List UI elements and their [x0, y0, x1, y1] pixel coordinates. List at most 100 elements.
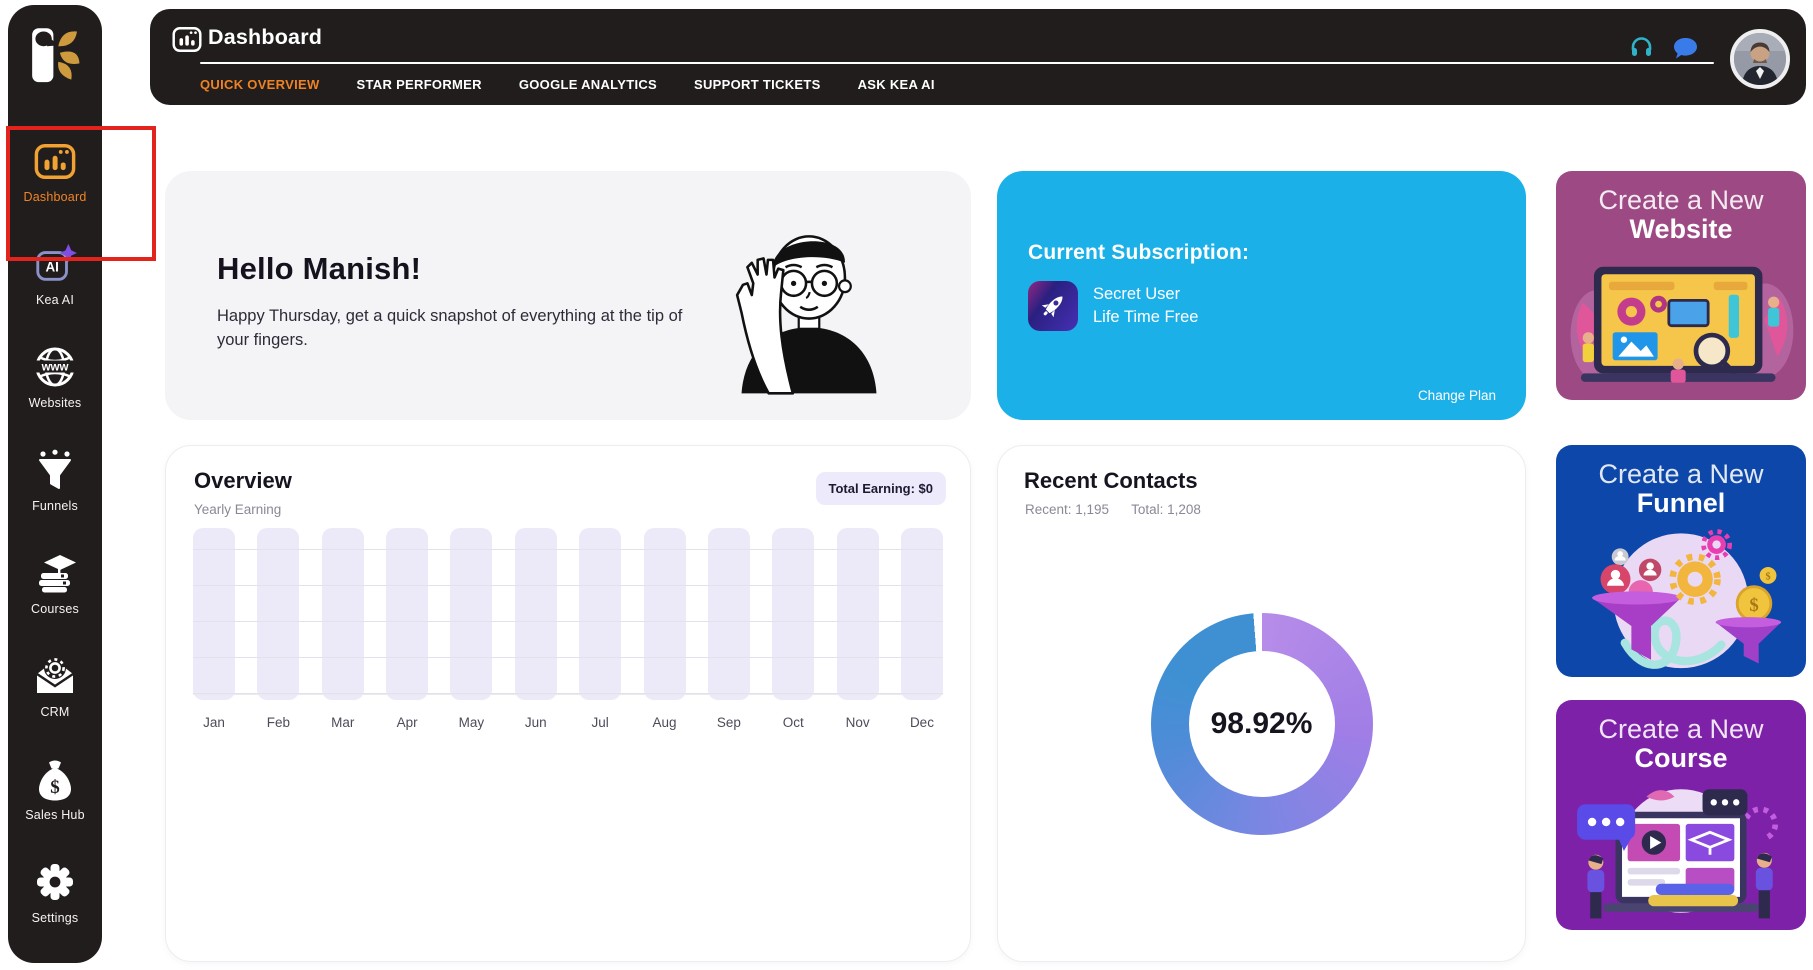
- welcome-title: Hello Manish!: [217, 251, 421, 287]
- welcome-card: Hello Manish! Happy Thursday, get a quic…: [165, 171, 971, 420]
- svg-text:$: $: [50, 777, 60, 798]
- books-icon: [33, 551, 77, 595]
- create-course-card[interactable]: Create a New Course: [1556, 700, 1806, 930]
- sidebar-item-websites[interactable]: www Websites: [29, 345, 82, 410]
- tab-support-tickets[interactable]: SUPPORT TICKETS: [694, 77, 821, 92]
- promo-line1: Create a New: [1556, 714, 1806, 745]
- chart-bar: [772, 528, 814, 700]
- chart-bar: [837, 528, 879, 700]
- chart-month-label: Oct: [783, 715, 804, 730]
- promo-line1: Create a New: [1556, 185, 1806, 216]
- bar-chart-columns: JanFebMarAprMayJunJulAugSepOctNovDec: [193, 549, 943, 730]
- chart-bar: [644, 528, 686, 700]
- chart-month-label: Dec: [910, 715, 934, 730]
- globe-www-icon: www: [33, 345, 77, 389]
- sidebar-item-label: Websites: [29, 396, 82, 410]
- overview-title: Overview: [194, 468, 292, 494]
- chart-bar: [257, 528, 299, 700]
- chart-column: Apr: [386, 528, 428, 730]
- user-avatar[interactable]: [1730, 29, 1790, 89]
- top-header: Dashboard QUICK OVERVIEW STAR PERFORMER …: [150, 9, 1806, 105]
- envelope-gear-icon: [33, 654, 77, 698]
- sidebar-item-settings[interactable]: Settings: [32, 860, 79, 925]
- sidebar-item-label: Settings: [32, 911, 79, 925]
- chart-month-label: Mar: [331, 715, 354, 730]
- chart-column: Oct: [772, 528, 814, 730]
- chart-month-label: Apr: [397, 715, 418, 730]
- chart-bar: [901, 528, 943, 700]
- subscription-card: Current Subscription: Secret User Life T…: [997, 171, 1526, 420]
- chart-column: Feb: [257, 528, 299, 730]
- sidebar-item-crm[interactable]: CRM: [33, 654, 77, 719]
- sidebar: Dashboard AI Kea AI www Websites: [8, 5, 102, 963]
- sidebar-item-sales-hub[interactable]: $ Sales Hub: [25, 757, 84, 822]
- svg-text:$: $: [1749, 595, 1758, 616]
- contacts-recent-count: Recent: 1,195: [1025, 502, 1109, 517]
- header-tabs: QUICK OVERVIEW STAR PERFORMER GOOGLE ANA…: [200, 67, 935, 101]
- svg-text:www: www: [41, 362, 69, 374]
- donut-percentage: 98.92%: [1211, 707, 1313, 741]
- tab-star-performer[interactable]: STAR PERFORMER: [357, 77, 482, 92]
- funnel-illustration: $ $: [1564, 521, 1798, 673]
- sidebar-item-label: Kea AI: [36, 293, 74, 307]
- chart-month-label: Sep: [717, 715, 741, 730]
- promo-line2: Course: [1556, 743, 1806, 774]
- contacts-stats: Recent: 1,195 Total: 1,208: [1025, 502, 1201, 517]
- create-funnel-card[interactable]: Create a New Funnel $ $: [1556, 445, 1806, 677]
- sidebar-item-label: Dashboard: [24, 190, 87, 204]
- waving-person-illustration: [699, 197, 919, 420]
- chat-icon[interactable]: [1673, 37, 1698, 65]
- chart-column: Jul: [579, 528, 621, 730]
- create-website-card[interactable]: Create a New Website: [1556, 171, 1806, 400]
- contacts-title: Recent Contacts: [1024, 468, 1198, 494]
- sidebar-item-dashboard[interactable]: Dashboard: [24, 139, 87, 204]
- chart-bar: [386, 528, 428, 700]
- chart-column: Sep: [708, 528, 750, 730]
- change-plan-link[interactable]: Change Plan: [1418, 388, 1496, 403]
- promo-line1: Create a New: [1556, 459, 1806, 490]
- chart-month-label: Feb: [267, 715, 290, 730]
- headset-icon[interactable]: [1629, 35, 1654, 64]
- welcome-subtitle: Happy Thursday, get a quick snapshot of …: [217, 305, 697, 353]
- recent-contacts-card: Recent Contacts Recent: 1,195 Total: 1,2…: [997, 445, 1526, 962]
- kea-logo-icon: [22, 25, 88, 87]
- tab-quick-overview[interactable]: QUICK OVERVIEW: [200, 77, 320, 92]
- chart-month-label: Jun: [525, 715, 547, 730]
- chart-column: Nov: [837, 528, 879, 730]
- sidebar-item-label: CRM: [40, 705, 69, 719]
- sidebar-item-funnels[interactable]: Funnels: [32, 448, 78, 513]
- chart-month-label: Jul: [592, 715, 609, 730]
- sidebar-item-courses[interactable]: Courses: [31, 551, 79, 616]
- chart-bar: [579, 528, 621, 700]
- rocket-icon: [1028, 281, 1078, 331]
- chart-bar: [193, 528, 235, 700]
- sidebar-item-label: Funnels: [32, 499, 78, 513]
- course-illustration: [1564, 776, 1798, 926]
- donut-center: 98.92%: [1189, 651, 1335, 797]
- gear-icon: [33, 860, 77, 904]
- chart-bar: [450, 528, 492, 700]
- chart-column: Jan: [193, 528, 235, 730]
- chart-column: Mar: [322, 528, 364, 730]
- chart-column: Dec: [901, 528, 943, 730]
- funnel-icon: [33, 448, 77, 492]
- tab-ask-kea-ai[interactable]: ASK KEA AI: [858, 77, 935, 92]
- chart-column: May: [450, 528, 492, 730]
- sidebar-item-kea-ai[interactable]: AI Kea AI: [33, 242, 77, 307]
- plan-name: Life Time Free: [1093, 308, 1198, 326]
- kea-ai-icon: AI: [33, 242, 77, 286]
- chart-column: Jun: [515, 528, 557, 730]
- header-divider: [200, 62, 1714, 64]
- chart-month-label: Jan: [203, 715, 225, 730]
- subscription-plan-row: Secret User Life Time Free: [1028, 281, 1198, 331]
- contacts-donut-chart: 98.92%: [1151, 613, 1373, 835]
- subscription-plan-text: Secret User Life Time Free: [1093, 283, 1198, 329]
- chart-bar: [708, 528, 750, 700]
- subscription-title: Current Subscription:: [1028, 241, 1249, 265]
- tab-google-analytics[interactable]: GOOGLE ANALYTICS: [519, 77, 657, 92]
- chart-bar: [515, 528, 557, 700]
- yearly-earning-bar-chart: JanFebMarAprMayJunJulAugSepOctNovDec: [193, 549, 943, 730]
- contacts-total-count: Total: 1,208: [1131, 502, 1201, 517]
- overview-card: Overview Yearly Earning Total Earning: $…: [165, 445, 971, 962]
- promo-line2: Funnel: [1556, 488, 1806, 519]
